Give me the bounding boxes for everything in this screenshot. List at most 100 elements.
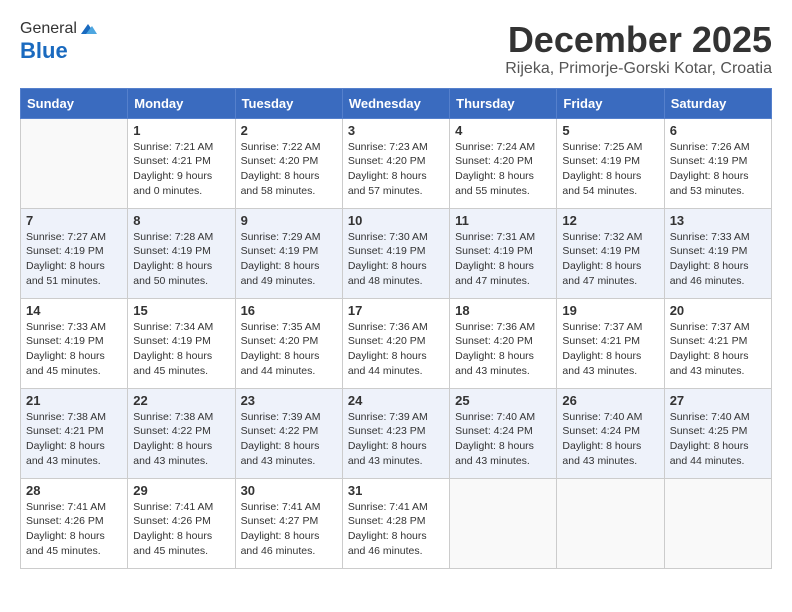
calendar-cell: 23 Sunrise: 7:39 AM Sunset: 4:22 PM Dayli… (235, 388, 342, 478)
day-number: 4 (455, 123, 551, 138)
day-number: 26 (562, 393, 658, 408)
day-number: 23 (241, 393, 337, 408)
header-day-sunday: Sunday (21, 88, 128, 118)
day-info: Sunrise: 7:28 AM Sunset: 4:19 PM Dayligh… (133, 230, 229, 289)
day-info: Sunrise: 7:34 AM Sunset: 4:19 PM Dayligh… (133, 320, 229, 379)
day-info: Sunrise: 7:39 AM Sunset: 4:23 PM Dayligh… (348, 410, 444, 469)
day-number: 25 (455, 393, 551, 408)
day-info: Sunrise: 7:33 AM Sunset: 4:19 PM Dayligh… (26, 320, 122, 379)
logo: General Blue (20, 20, 97, 64)
day-info: Sunrise: 7:23 AM Sunset: 4:20 PM Dayligh… (348, 140, 444, 199)
day-number: 10 (348, 213, 444, 228)
day-number: 22 (133, 393, 229, 408)
day-number: 29 (133, 483, 229, 498)
day-number: 18 (455, 303, 551, 318)
header-day-monday: Monday (128, 88, 235, 118)
day-info: Sunrise: 7:38 AM Sunset: 4:22 PM Dayligh… (133, 410, 229, 469)
page-header: General Blue December 2025 Rijeka, Primo… (20, 20, 772, 78)
day-number: 21 (26, 393, 122, 408)
day-number: 7 (26, 213, 122, 228)
calendar-cell (664, 478, 771, 568)
day-info: Sunrise: 7:32 AM Sunset: 4:19 PM Dayligh… (562, 230, 658, 289)
calendar-cell: 10 Sunrise: 7:30 AM Sunset: 4:19 PM Dayli… (342, 208, 449, 298)
calendar-cell: 13Sunrise: 7:33 AM Sunset: 4:19 PM Dayli… (664, 208, 771, 298)
day-info: Sunrise: 7:41 AM Sunset: 4:28 PM Dayligh… (348, 500, 444, 559)
day-info: Sunrise: 7:38 AM Sunset: 4:21 PM Dayligh… (26, 410, 122, 469)
calendar-cell: 24Sunrise: 7:39 AM Sunset: 4:23 PM Dayli… (342, 388, 449, 478)
day-number: 12 (562, 213, 658, 228)
calendar-cell: 12 Sunrise: 7:32 AM Sunset: 4:19 PM Dayli… (557, 208, 664, 298)
day-number: 15 (133, 303, 229, 318)
day-info: Sunrise: 7:21 AM Sunset: 4:21 PM Dayligh… (133, 140, 229, 199)
day-number: 5 (562, 123, 658, 138)
day-info: Sunrise: 7:40 AM Sunset: 4:25 PM Dayligh… (670, 410, 766, 469)
logo-icon (79, 22, 97, 36)
header-day-saturday: Saturday (664, 88, 771, 118)
day-number: 30 (241, 483, 337, 498)
header-day-friday: Friday (557, 88, 664, 118)
calendar-cell: 31 Sunrise: 7:41 AM Sunset: 4:28 PM Dayli… (342, 478, 449, 568)
calendar-cell: 2 Sunrise: 7:22 AM Sunset: 4:20 PM Daylig… (235, 118, 342, 208)
day-number: 2 (241, 123, 337, 138)
calendar-cell (21, 118, 128, 208)
calendar-table: SundayMondayTuesdayWednesdayThursdayFrid… (20, 88, 772, 569)
day-info: Sunrise: 7:41 AM Sunset: 4:26 PM Dayligh… (26, 500, 122, 559)
calendar-cell: 20 Sunrise: 7:37 AM Sunset: 4:21 PM Dayli… (664, 298, 771, 388)
day-info: Sunrise: 7:33 AM Sunset: 4:19 PM Dayligh… (670, 230, 766, 289)
day-info: Sunrise: 7:41 AM Sunset: 4:26 PM Dayligh… (133, 500, 229, 559)
day-number: 20 (670, 303, 766, 318)
day-number: 17 (348, 303, 444, 318)
calendar-cell (450, 478, 557, 568)
day-info: Sunrise: 7:30 AM Sunset: 4:19 PM Dayligh… (348, 230, 444, 289)
day-info: Sunrise: 7:24 AM Sunset: 4:20 PM Dayligh… (455, 140, 551, 199)
day-number: 6 (670, 123, 766, 138)
calendar-cell: 28 Sunrise: 7:41 AM Sunset: 4:26 PM Dayli… (21, 478, 128, 568)
calendar-week-row: 28 Sunrise: 7:41 AM Sunset: 4:26 PM Dayli… (21, 478, 772, 568)
day-number: 27 (670, 393, 766, 408)
day-info: Sunrise: 7:40 AM Sunset: 4:24 PM Dayligh… (455, 410, 551, 469)
calendar-cell: 22 Sunrise: 7:38 AM Sunset: 4:22 PM Dayli… (128, 388, 235, 478)
calendar-cell: 16 Sunrise: 7:35 AM Sunset: 4:20 PM Dayli… (235, 298, 342, 388)
logo-general-text: General (20, 20, 77, 38)
day-number: 28 (26, 483, 122, 498)
calendar-week-row: 1Sunrise: 7:21 AM Sunset: 4:21 PM Daylig… (21, 118, 772, 208)
calendar-cell: 25 Sunrise: 7:40 AM Sunset: 4:24 PM Dayli… (450, 388, 557, 478)
day-info: Sunrise: 7:37 AM Sunset: 4:21 PM Dayligh… (562, 320, 658, 379)
calendar-cell: 3Sunrise: 7:23 AM Sunset: 4:20 PM Daylig… (342, 118, 449, 208)
calendar-cell: 9 Sunrise: 7:29 AM Sunset: 4:19 PM Daylig… (235, 208, 342, 298)
day-info: Sunrise: 7:26 AM Sunset: 4:19 PM Dayligh… (670, 140, 766, 199)
calendar-cell: 19 Sunrise: 7:37 AM Sunset: 4:21 PM Dayli… (557, 298, 664, 388)
calendar-cell: 29 Sunrise: 7:41 AM Sunset: 4:26 PM Dayli… (128, 478, 235, 568)
day-info: Sunrise: 7:22 AM Sunset: 4:20 PM Dayligh… (241, 140, 337, 199)
calendar-cell: 21 Sunrise: 7:38 AM Sunset: 4:21 PM Dayli… (21, 388, 128, 478)
calendar-cell: 5 Sunrise: 7:25 AM Sunset: 4:19 PM Daylig… (557, 118, 664, 208)
day-info: Sunrise: 7:37 AM Sunset: 4:21 PM Dayligh… (670, 320, 766, 379)
logo-blue-text: Blue (20, 38, 68, 64)
day-number: 19 (562, 303, 658, 318)
day-info: Sunrise: 7:36 AM Sunset: 4:20 PM Dayligh… (455, 320, 551, 379)
day-info: Sunrise: 7:36 AM Sunset: 4:20 PM Dayligh… (348, 320, 444, 379)
calendar-cell: 27 Sunrise: 7:40 AM Sunset: 4:25 PM Dayli… (664, 388, 771, 478)
calendar-week-row: 14 Sunrise: 7:33 AM Sunset: 4:19 PM Dayli… (21, 298, 772, 388)
day-info: Sunrise: 7:29 AM Sunset: 4:19 PM Dayligh… (241, 230, 337, 289)
location-text: Rijeka, Primorje-Gorski Kotar, Croatia (505, 60, 772, 78)
calendar-cell: 4 Sunrise: 7:24 AM Sunset: 4:20 PM Daylig… (450, 118, 557, 208)
calendar-cell: 1Sunrise: 7:21 AM Sunset: 4:21 PM Daylig… (128, 118, 235, 208)
calendar-cell: 26 Sunrise: 7:40 AM Sunset: 4:24 PM Dayli… (557, 388, 664, 478)
calendar-cell: 14 Sunrise: 7:33 AM Sunset: 4:19 PM Dayli… (21, 298, 128, 388)
day-info: Sunrise: 7:39 AM Sunset: 4:22 PM Dayligh… (241, 410, 337, 469)
day-number: 8 (133, 213, 229, 228)
calendar-cell: 7Sunrise: 7:27 AM Sunset: 4:19 PM Daylig… (21, 208, 128, 298)
day-info: Sunrise: 7:40 AM Sunset: 4:24 PM Dayligh… (562, 410, 658, 469)
day-info: Sunrise: 7:35 AM Sunset: 4:20 PM Dayligh… (241, 320, 337, 379)
day-number: 14 (26, 303, 122, 318)
month-title: December 2025 (505, 20, 772, 60)
day-number: 9 (241, 213, 337, 228)
day-number: 16 (241, 303, 337, 318)
day-number: 31 (348, 483, 444, 498)
day-info: Sunrise: 7:25 AM Sunset: 4:19 PM Dayligh… (562, 140, 658, 199)
calendar-cell: 15 Sunrise: 7:34 AM Sunset: 4:19 PM Dayli… (128, 298, 235, 388)
day-number: 11 (455, 213, 551, 228)
calendar-cell: 17 Sunrise: 7:36 AM Sunset: 4:20 PM Dayli… (342, 298, 449, 388)
calendar-cell (557, 478, 664, 568)
